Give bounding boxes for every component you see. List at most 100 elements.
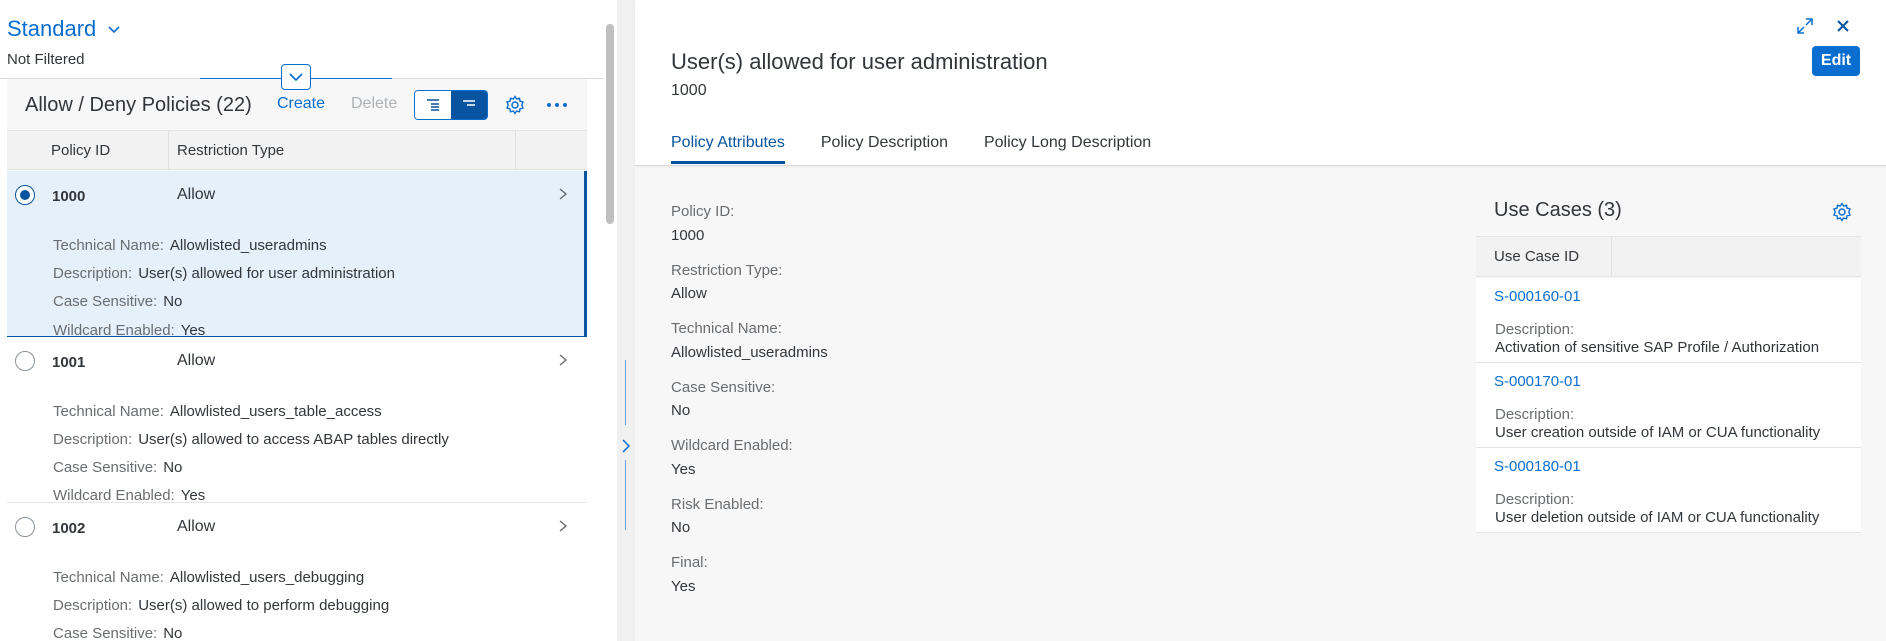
chevron-right-icon[interactable] [621, 436, 631, 456]
column-separator [168, 131, 169, 169]
chevron-right-icon[interactable] [557, 353, 569, 367]
list-toolbar: Allow / Deny Policies (22) Create Delete [25, 88, 587, 122]
chevron-down-icon[interactable] [106, 21, 122, 37]
field-value: Yes [671, 461, 696, 478]
row-technical-name: Technical Name: Allowlisted_users_table_a… [53, 403, 382, 420]
gear-icon[interactable] [1831, 201, 1853, 223]
use-case-link[interactable]: S-000160-01 [1494, 288, 1581, 305]
description-value: User creation outside of IAM or CUA func… [1495, 424, 1821, 441]
row-wildcard-enabled: Wildcard Enabled: Yes [53, 487, 206, 504]
table-row[interactable]: 1000 Allow Technical Name: Allowlisted_us… [7, 171, 587, 339]
column-splitter[interactable] [617, 0, 635, 641]
chevron-right-icon[interactable] [557, 519, 569, 533]
row-radio[interactable] [15, 185, 35, 205]
gear-icon [506, 95, 524, 115]
tab-policy-long-description[interactable]: Policy Long Description [984, 134, 1151, 164]
list-column-header: Policy ID Restriction Type [7, 130, 587, 170]
table-row[interactable]: 1001 Allow Technical Name: Allowlisted_us… [7, 337, 587, 504]
field-label: Restriction Type: [671, 262, 783, 279]
field-label: Final: [671, 554, 708, 571]
header-divider-accent [200, 78, 281, 79]
row-restriction-type: Allow [177, 186, 216, 203]
row-description: Description: User(s) allowed to access AB… [53, 431, 449, 448]
column-restriction-type[interactable]: Restriction Type [177, 142, 284, 159]
row-radio[interactable] [15, 351, 35, 371]
field-value: 1000 [671, 227, 705, 244]
field-label: Technical Name: [671, 320, 782, 337]
row-technical-name: Technical Name: Allowlisted_useradmins [53, 237, 327, 254]
table-row: S-000160-01 Description: Activation of s… [1476, 278, 1861, 363]
description-label: Description: [1495, 406, 1575, 423]
overflow-icon [547, 103, 567, 107]
column-policy-id[interactable]: Policy ID [51, 142, 110, 159]
edit-button[interactable]: Edit [1812, 46, 1860, 76]
column-separator [1611, 237, 1612, 276]
tab-policy-attributes[interactable]: Policy Attributes [671, 134, 785, 164]
filter-status: Not Filtered [7, 51, 85, 68]
row-description: Description: User(s) allowed to perform d… [53, 597, 390, 614]
use-cases-title: Use Cases (3) [1494, 199, 1622, 221]
chevron-right-icon[interactable] [557, 187, 569, 201]
page-subtitle: 1000 [671, 82, 707, 99]
tab-bar: Policy Attributes Policy Description Pol… [671, 134, 1187, 164]
use-cases-table: Use Cases (3) Use Case ID S-000160-01 De… [1476, 189, 1861, 533]
field-label: Risk Enabled: [671, 496, 764, 513]
radio-selected-dot [20, 190, 30, 200]
row-restriction-type: Allow [177, 518, 216, 535]
list-condensed-icon [463, 100, 475, 106]
detail-pane: User(s) allowed for user administration … [635, 0, 1886, 641]
variant-selector[interactable]: Standard [7, 16, 122, 42]
chevron-down-icon [289, 73, 303, 82]
row-restriction-type: Allow [177, 352, 216, 369]
row-technical-name: Technical Name: Allowlisted_users_debuggi… [53, 569, 365, 586]
header-divider-accent [311, 78, 392, 79]
field-label: Case Sensitive: [671, 379, 776, 396]
full-screen-icon[interactable] [1795, 16, 1815, 36]
row-radio[interactable] [15, 517, 35, 537]
table-row: S-000180-01 Description: User deletion o… [1476, 448, 1861, 533]
close-icon[interactable] [1833, 16, 1853, 36]
variant-title[interactable]: Standard [7, 16, 96, 42]
row-policy-id: 1000 [52, 188, 86, 205]
splitter-line [625, 460, 626, 530]
row-case-sensitive: Case Sensitive: No [53, 459, 183, 476]
description-value: Activation of sensitive SAP Profile / Au… [1495, 339, 1820, 356]
use-case-link[interactable]: S-000170-01 [1494, 373, 1581, 390]
field-label: Policy ID: [671, 203, 735, 220]
collapse-header-button[interactable] [281, 64, 311, 90]
use-cases-column-header: Use Case ID [1476, 236, 1861, 277]
expanded-view-button[interactable] [415, 91, 451, 119]
delete-button[interactable]: Delete [351, 95, 397, 113]
policy-list: 1000 Allow Technical Name: Allowlisted_us… [7, 171, 587, 641]
field-value: Allowlisted_useradmins [671, 344, 828, 361]
scrollbar-thumb[interactable] [606, 24, 614, 224]
tab-policy-description[interactable]: Policy Description [821, 134, 948, 164]
table-row[interactable]: 1002 Allow Technical Name: Allowlisted_us… [7, 503, 587, 641]
row-policy-id: 1001 [52, 354, 86, 371]
settings-button[interactable] [504, 94, 526, 116]
list-pane: Standard Not Filtered Allow / Deny Polic… [0, 0, 603, 641]
page-title: User(s) allowed for user administration [671, 49, 1048, 74]
field-value: Allow [671, 285, 707, 302]
list-expanded-icon [427, 99, 439, 111]
row-description: Description: User(s) allowed for user adm… [53, 265, 395, 282]
view-toggle [414, 90, 488, 120]
field-value: No [671, 519, 691, 536]
description-value: User deletion outside of IAM or CUA func… [1495, 509, 1820, 526]
table-row: S-000170-01 Description: User creation o… [1476, 363, 1861, 448]
column-separator [515, 131, 516, 169]
more-button[interactable] [545, 94, 569, 116]
description-label: Description: [1495, 491, 1575, 508]
field-label: Wildcard Enabled: [671, 437, 793, 454]
condensed-view-button[interactable] [451, 91, 487, 119]
create-button[interactable]: Create [277, 95, 325, 113]
row-case-sensitive: Case Sensitive: No [53, 625, 183, 641]
use-case-link[interactable]: S-000180-01 [1494, 458, 1581, 475]
row-case-sensitive: Case Sensitive: No [53, 293, 183, 310]
row-policy-id: 1002 [52, 520, 86, 537]
object-header: User(s) allowed for user administration … [635, 0, 1886, 166]
column-use-case-id[interactable]: Use Case ID [1494, 248, 1579, 265]
field-value: No [671, 402, 691, 419]
description-label: Description: [1495, 321, 1575, 338]
list-title: Allow / Deny Policies (22) [25, 93, 252, 116]
